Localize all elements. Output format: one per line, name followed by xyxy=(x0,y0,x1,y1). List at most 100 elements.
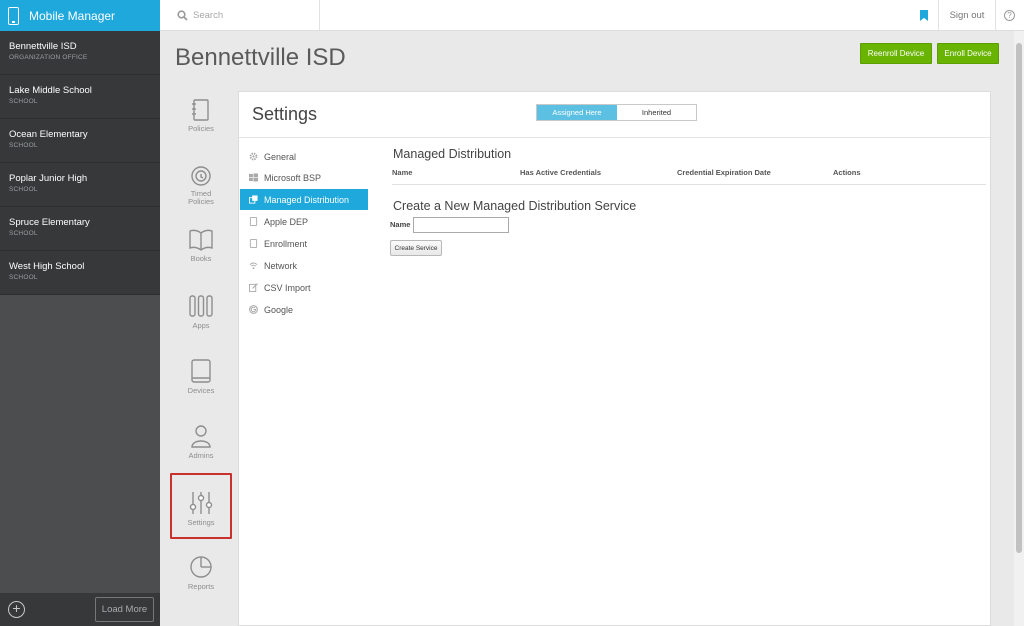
org-name: Poplar Junior High xyxy=(9,173,88,184)
menu-label: CSV Import xyxy=(264,282,311,293)
search-input[interactable]: Search xyxy=(193,10,223,21)
name-label: Name xyxy=(390,220,411,229)
managed-distribution-icon xyxy=(249,195,258,204)
org-item-west-high-school[interactable]: West High School SCHOOL xyxy=(0,251,160,295)
org-list: Bennettville ISD ORGANIZATION OFFICE Lak… xyxy=(0,31,160,295)
load-more-button[interactable]: Load More xyxy=(95,597,154,622)
nav-label: Settings xyxy=(187,518,215,527)
policies-icon xyxy=(192,99,209,121)
org-type: SCHOOL xyxy=(9,186,38,193)
app-brand[interactable]: Mobile Manager xyxy=(0,0,160,31)
books-icon xyxy=(189,229,213,251)
bookmark-icon[interactable] xyxy=(920,10,928,21)
reports-icon xyxy=(190,556,212,578)
column-header: Name xyxy=(392,168,413,177)
column-header: Credential Expiration Date xyxy=(677,168,771,177)
nav-timed-policies[interactable]: Timed Policies xyxy=(170,164,232,224)
timed-policies-icon xyxy=(191,166,211,186)
nav-devices[interactable]: Devices xyxy=(170,359,232,419)
assignment-toggle: Assigned Here Inherited xyxy=(536,104,697,121)
managed-distribution-title: Managed Distribution xyxy=(393,147,512,161)
nav-reports[interactable]: Reports xyxy=(170,555,232,615)
search-icon xyxy=(177,9,188,21)
org-name: Bennettville ISD xyxy=(9,41,77,52)
help-icon[interactable]: ? xyxy=(1004,10,1015,21)
settings-menu-google[interactable]: Google xyxy=(240,299,368,320)
menu-label: Network xyxy=(264,260,298,271)
org-type: SCHOOL xyxy=(9,142,38,149)
org-item-poplar-junior-high[interactable]: Poplar Junior High SCHOOL xyxy=(0,163,160,207)
search-box[interactable]: Search xyxy=(160,0,320,30)
menu-label: Apple DEP xyxy=(264,216,309,227)
top-bar: Search Sign out ? xyxy=(160,0,1024,31)
nav-label: Reports xyxy=(187,582,215,591)
table-header: Name Has Active Credentials Credential E… xyxy=(392,168,986,185)
sidebar-footer: + Load More xyxy=(0,593,160,626)
settings-icon xyxy=(189,492,213,514)
enroll-device-button[interactable]: Enroll Device xyxy=(937,43,999,64)
nav-label: Policies xyxy=(188,124,214,133)
menu-label: General xyxy=(264,151,297,162)
org-type: SCHOOL xyxy=(9,98,38,105)
inherited-tab[interactable]: Inherited xyxy=(617,105,696,120)
settings-menu-apple-dep[interactable]: Apple DEP xyxy=(240,211,368,232)
nav-label: Apps xyxy=(192,321,210,330)
create-service-button[interactable]: Create Service xyxy=(390,240,442,256)
enrollment-icon xyxy=(249,239,258,248)
org-item-bennettville-isd[interactable]: Bennettville ISD ORGANIZATION OFFICE xyxy=(0,31,160,75)
settings-panel: Settings Assigned Here Inherited General… xyxy=(238,91,991,626)
reenroll-device-button[interactable]: Reenroll Device xyxy=(860,43,932,64)
org-type: SCHOOL xyxy=(9,274,38,281)
settings-menu-enrollment[interactable]: Enrollment xyxy=(240,233,368,254)
csv-import-icon xyxy=(249,283,258,292)
wifi-icon xyxy=(249,262,258,270)
org-item-lake-middle-school[interactable]: Lake Middle School SCHOOL xyxy=(0,75,160,119)
scroll-thumb[interactable] xyxy=(1016,43,1022,553)
org-name: Spruce Elementary xyxy=(9,217,90,228)
sign-out-link[interactable]: Sign out xyxy=(938,0,996,30)
add-organization-button[interactable]: + xyxy=(8,601,25,618)
nav-books[interactable]: Books xyxy=(170,229,232,289)
org-sidebar: Mobile Manager Bennettville ISD ORGANIZA… xyxy=(0,0,160,626)
settings-menu-managed-distribution[interactable]: Managed Distribution xyxy=(240,189,368,210)
settings-menu-general[interactable]: General xyxy=(240,146,368,167)
app-title: Mobile Manager xyxy=(29,8,116,23)
column-header: Actions xyxy=(833,168,861,177)
apple-dep-icon xyxy=(249,217,258,226)
windows-icon xyxy=(249,173,258,182)
org-type: ORGANIZATION OFFICE xyxy=(9,54,88,61)
nav-policies[interactable]: Policies xyxy=(170,99,232,159)
page-title: Bennettville ISD xyxy=(175,44,346,71)
mobile-device-icon xyxy=(8,6,19,25)
org-name: Ocean Elementary xyxy=(9,129,88,140)
nav-settings[interactable]: Settings xyxy=(170,473,232,539)
org-item-ocean-elementary[interactable]: Ocean Elementary SCHOOL xyxy=(0,119,160,163)
apps-icon xyxy=(189,295,213,317)
org-type: SCHOOL xyxy=(9,230,38,237)
settings-menu-csv-import[interactable]: CSV Import xyxy=(240,277,368,298)
admins-icon xyxy=(191,425,211,448)
menu-label: Managed Distribution xyxy=(264,194,350,205)
page-scrollbar[interactable] xyxy=(1014,31,1024,626)
org-item-spruce-elementary[interactable]: Spruce Elementary SCHOOL xyxy=(0,207,160,251)
gear-icon xyxy=(249,152,258,161)
menu-label: Enrollment xyxy=(264,238,308,249)
nav-apps[interactable]: Apps xyxy=(170,294,232,354)
org-name: West High School xyxy=(9,261,85,272)
service-name-input[interactable] xyxy=(413,217,509,233)
settings-title: Settings xyxy=(252,104,318,124)
panel-divider xyxy=(239,137,990,138)
devices-icon xyxy=(191,359,211,383)
menu-label: Google xyxy=(264,304,294,315)
settings-menu-network[interactable]: Network xyxy=(240,255,368,276)
column-header: Has Active Credentials xyxy=(520,168,602,177)
nav-label: Devices xyxy=(187,386,215,395)
assigned-here-tab[interactable]: Assigned Here xyxy=(537,105,617,120)
nav-label: Admins xyxy=(188,451,214,460)
menu-label: Microsoft BSP xyxy=(264,172,322,183)
google-icon xyxy=(249,305,258,314)
settings-menu-microsoft-bsp[interactable]: Microsoft BSP xyxy=(240,167,368,188)
org-name: Lake Middle School xyxy=(9,85,92,96)
nav-label: Timed Policies xyxy=(188,189,214,206)
create-service-title: Create a New Managed Distribution Servic… xyxy=(393,199,637,213)
